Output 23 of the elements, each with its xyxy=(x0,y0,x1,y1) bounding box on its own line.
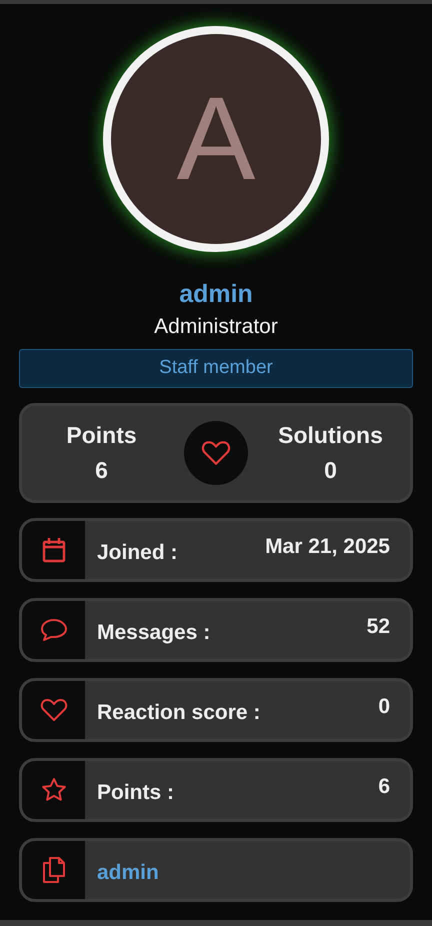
calendar-icon xyxy=(42,537,66,563)
star-icon xyxy=(40,777,66,803)
username[interactable]: admin xyxy=(179,280,253,309)
info-value: 6 xyxy=(378,775,390,800)
info-value: 52 xyxy=(366,615,390,640)
user-role: Administrator xyxy=(154,315,278,339)
stat-value: 6 xyxy=(95,457,108,484)
copy-icon xyxy=(42,856,66,884)
info-value: 0 xyxy=(378,695,390,720)
stat-label: Points xyxy=(66,422,137,449)
info-label: Messages : xyxy=(97,620,210,645)
info-value: Mar 21, 2025 xyxy=(265,535,390,560)
heart-icon xyxy=(40,698,68,722)
stat-label: Solutions xyxy=(278,422,383,449)
profile-link[interactable]: admin xyxy=(97,855,159,885)
avatar[interactable]: A xyxy=(103,26,329,252)
info-label: Points : xyxy=(97,780,174,805)
info-label: Reaction score : xyxy=(97,700,260,725)
staff-badge: Staff member xyxy=(19,349,413,388)
avatar-letter: A xyxy=(176,80,256,198)
speech-bubble-icon xyxy=(40,618,68,642)
stat-value: 0 xyxy=(324,457,337,484)
info-label: Joined : xyxy=(97,540,178,565)
